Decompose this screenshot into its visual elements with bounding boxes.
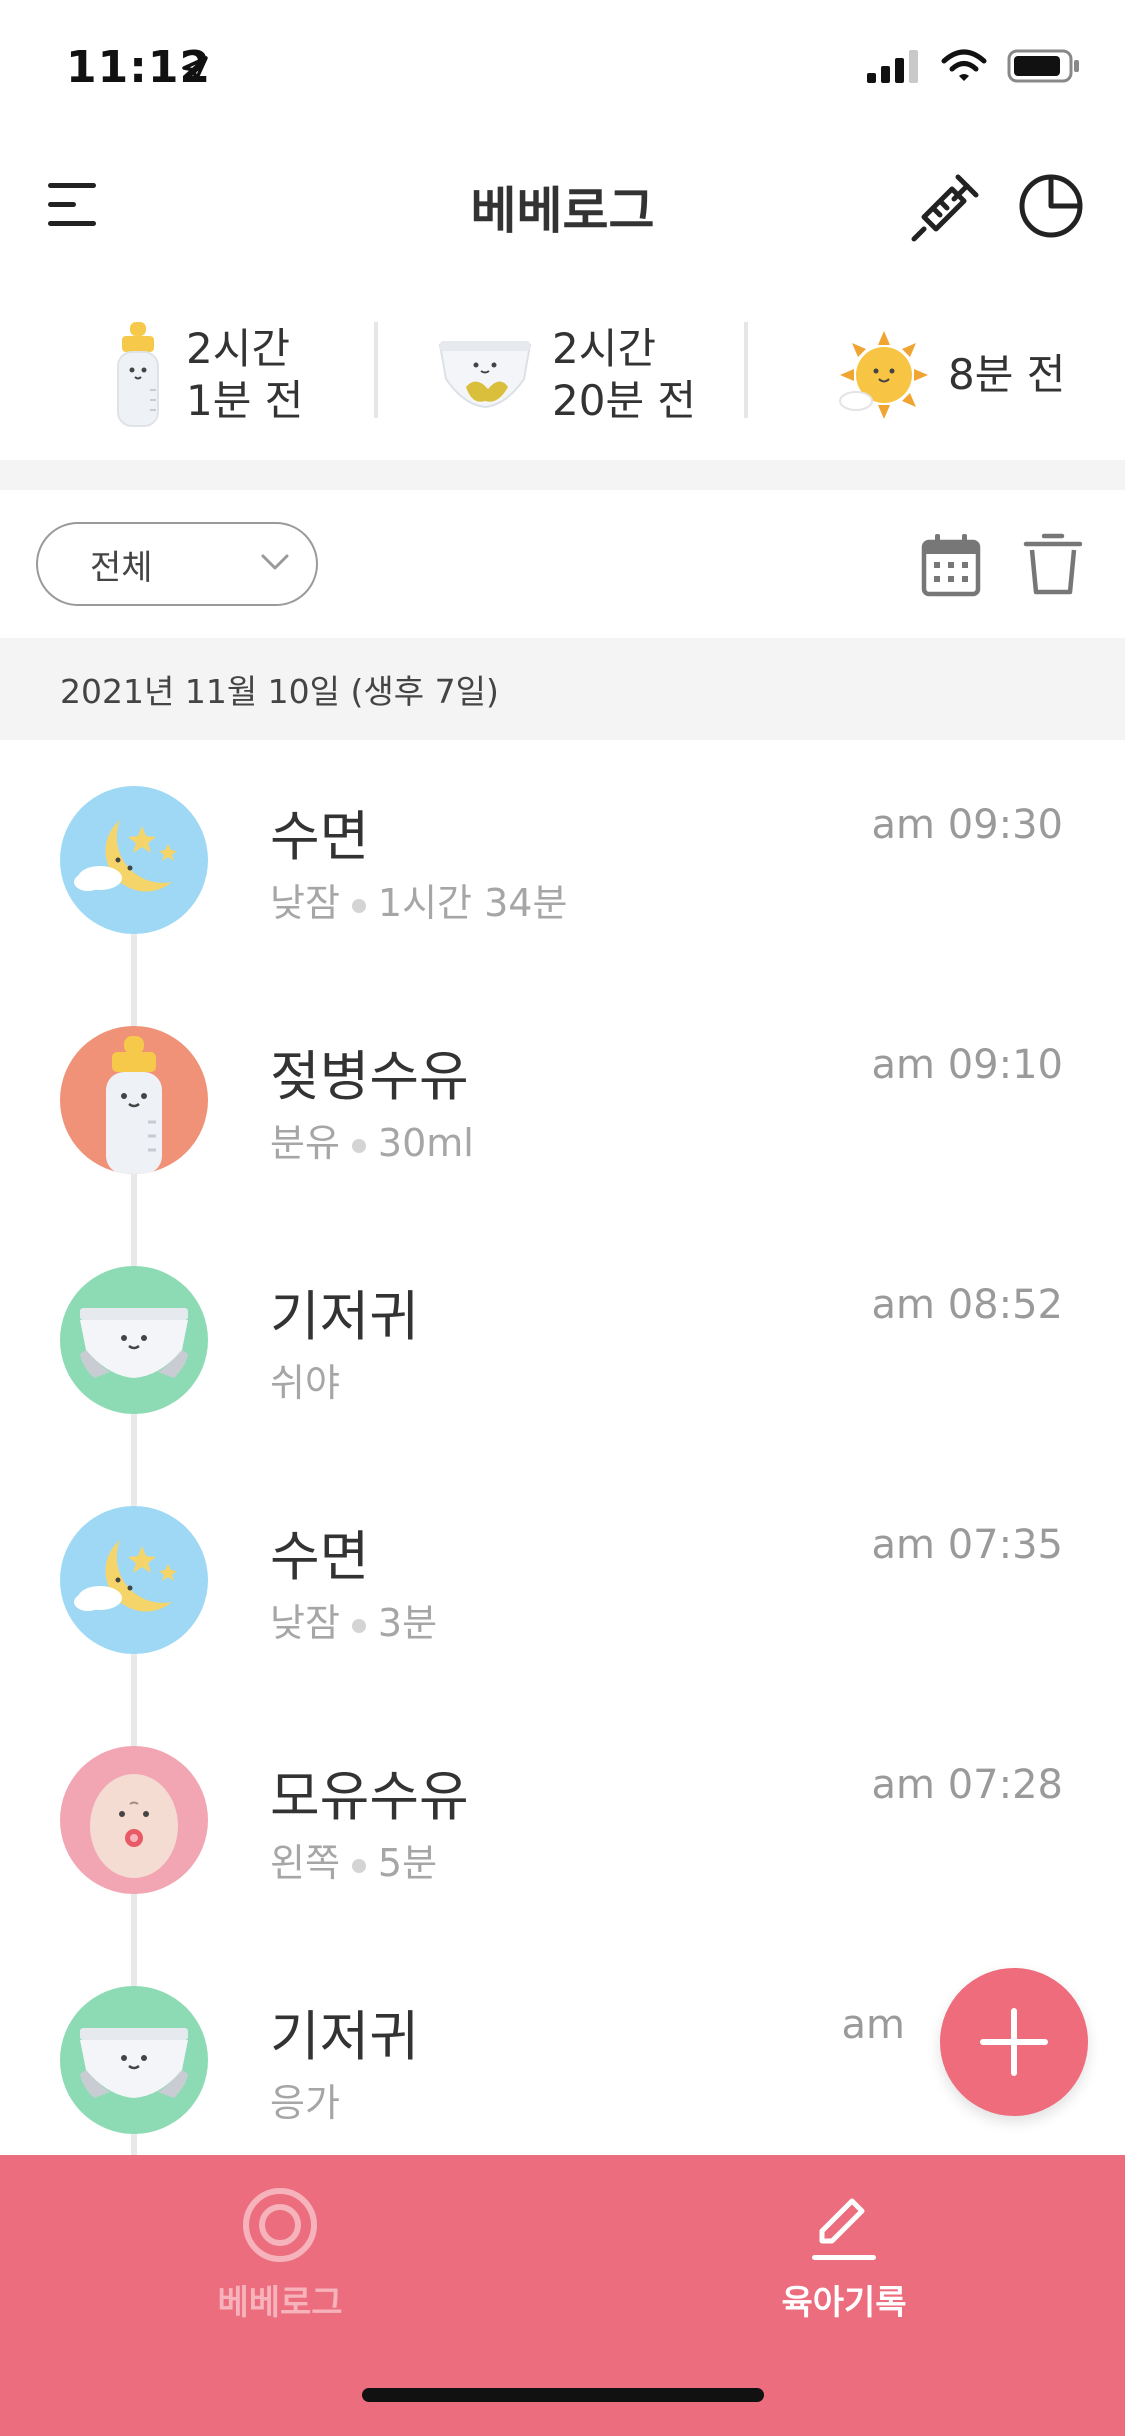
record-detail: 쉬야	[270, 1361, 340, 1405]
category-filter-value: 전체	[90, 547, 153, 588]
tab-bebelog[interactable]: 베베로그	[130, 2185, 430, 2324]
status-bar: 11:12	[0, 0, 1125, 135]
record-title: 수면	[270, 805, 370, 868]
plus-icon	[980, 2008, 1048, 2076]
record-time: am 07:28	[871, 1762, 1063, 1808]
summary-feeding-line2: 1분 전	[186, 376, 304, 425]
record-title: 젖병수유	[270, 1045, 469, 1108]
record-detail: 왼쪽 5분	[270, 1841, 438, 1885]
record-title: 기저귀	[270, 1285, 420, 1348]
bottle-icon	[117, 322, 159, 427]
date-header: 2021년 11월 10일 (생후 7일)	[0, 638, 1125, 740]
app-bar: 베베로그	[0, 135, 1125, 270]
record-detail: 분유 30ml	[270, 1121, 474, 1165]
divider	[744, 322, 748, 418]
section-gap	[0, 460, 1125, 490]
syringe-icon[interactable]	[908, 169, 984, 245]
pie-chart-icon[interactable]	[1016, 171, 1086, 241]
target-icon	[243, 2188, 317, 2262]
home-indicator	[362, 2388, 764, 2402]
chevron-down-icon	[261, 554, 289, 570]
location-arrow-icon	[182, 56, 208, 82]
calendar-icon[interactable]	[920, 532, 982, 598]
summary-sleep[interactable]: 8분 전	[838, 310, 1065, 440]
record-title: 기저귀	[270, 2005, 420, 2068]
record-row[interactable]: 젖병수유 분유 30ml am 09:10	[0, 980, 1125, 1220]
record-title: 수면	[270, 1525, 370, 1588]
diaper-icon	[438, 341, 532, 409]
wifi-icon	[941, 49, 987, 81]
record-time: am 09:10	[871, 1042, 1063, 1088]
record-time: am 09:30	[871, 802, 1063, 848]
summary-sleep-line1: 8분 전	[948, 350, 1066, 399]
diaper-icon	[60, 1266, 208, 1414]
add-record-button[interactable]	[940, 1968, 1088, 2116]
trash-icon[interactable]	[1022, 530, 1084, 598]
sleep-moon-icon	[60, 786, 208, 934]
tab-childcare-record[interactable]: 육아기록	[694, 2185, 994, 2324]
record-row[interactable]: 기저귀 쉬야 am 08:52	[0, 1220, 1125, 1460]
sun-icon	[839, 331, 928, 419]
category-filter-select[interactable]: 전체	[36, 522, 318, 606]
record-time: am	[841, 2002, 905, 2048]
bottle-icon	[60, 1026, 208, 1174]
record-row[interactable]: 모유수유 왼쪽 5분 am 07:28	[0, 1700, 1125, 1940]
record-title: 모유수유	[270, 1765, 469, 1828]
record-detail: 낮잠 3분	[270, 1601, 438, 1645]
record-list: 수면 낮잠 1시간 34분 am 09:30 젖병수유 분유 30ml am 09:…	[0, 740, 1125, 2155]
record-detail: 응가	[270, 2081, 340, 2125]
tab-bebelog-label: 베베로그	[217, 2283, 343, 2323]
breastfeeding-icon	[60, 1746, 208, 1894]
pencil-icon	[812, 2198, 876, 2260]
sleep-moon-icon	[60, 1506, 208, 1654]
summary-feeding-line1: 2시간	[186, 324, 291, 373]
record-row[interactable]: 수면 낮잠 3분 am 07:35	[0, 1460, 1125, 1700]
signal-icon	[867, 50, 918, 83]
record-time: am 07:35	[871, 1522, 1063, 1568]
status-icons	[867, 48, 1081, 84]
summary-diaper[interactable]: 2시간 20분 전	[436, 310, 696, 440]
summary-feeding[interactable]: 2시간 1분 전	[108, 310, 303, 440]
summary-strip: 2시간 1분 전 2시간 20분 전 8분 전	[0, 300, 1125, 460]
battery-icon	[1007, 49, 1079, 83]
record-detail: 낮잠 1시간 34분	[270, 881, 568, 925]
record-time: am 08:52	[871, 1282, 1063, 1328]
record-row[interactable]: 수면 낮잠 1시간 34분 am 09:30	[0, 740, 1125, 980]
filter-row: 전체	[0, 490, 1125, 638]
diaper-icon	[60, 1986, 208, 2134]
divider	[374, 322, 378, 418]
summary-diaper-line2: 20분 전	[552, 376, 697, 425]
tab-childcare-record-label: 육아기록	[781, 2283, 907, 2323]
summary-diaper-line1: 2시간	[552, 324, 657, 373]
